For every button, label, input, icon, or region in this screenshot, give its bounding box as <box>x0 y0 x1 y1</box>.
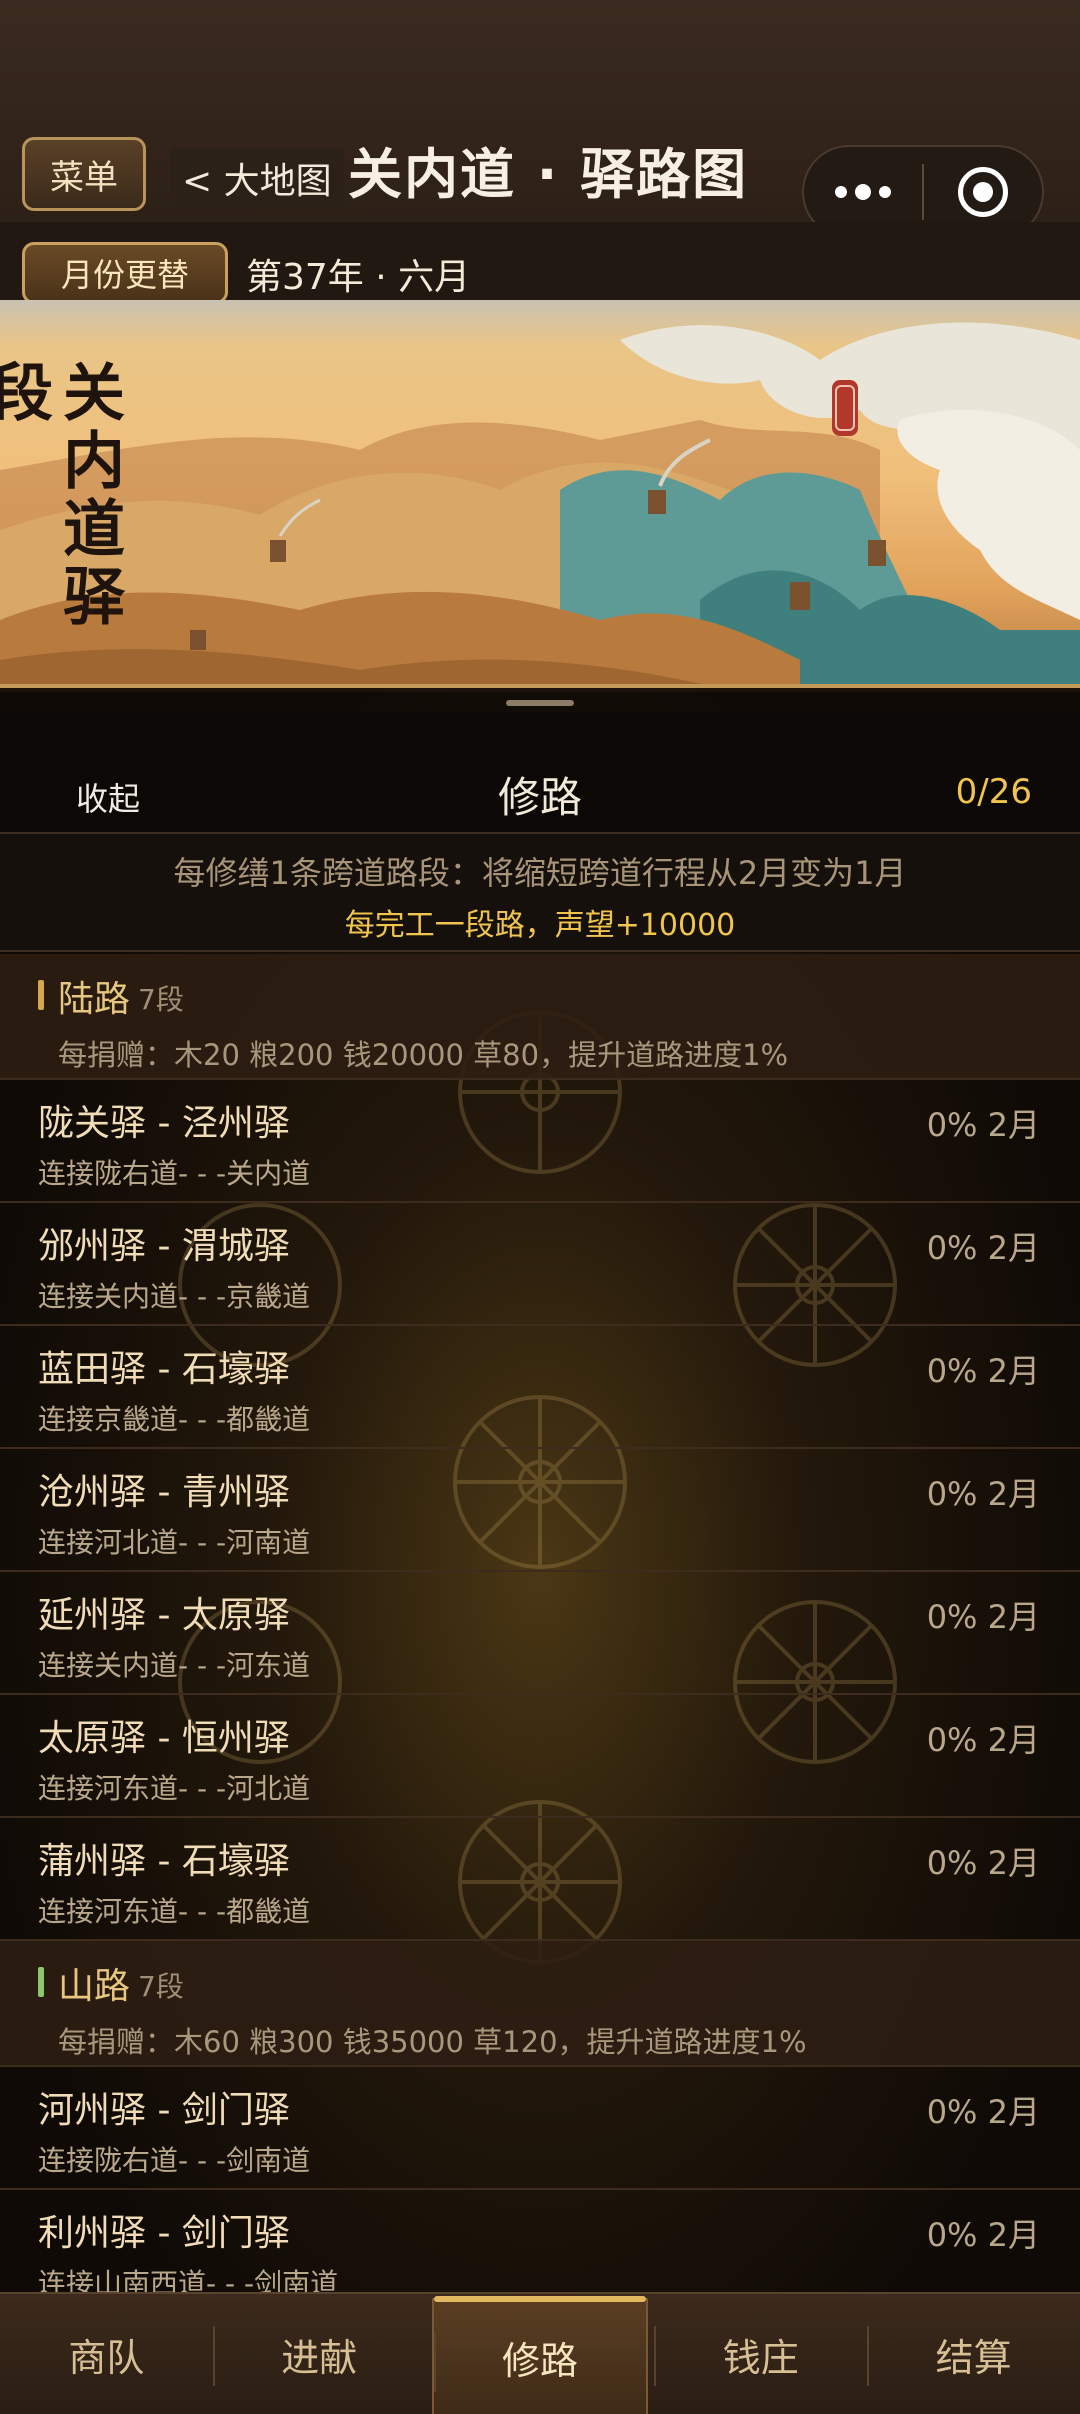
route-row[interactable]: 利州驿 - 剑门驿 连接山南西道- - -剑南道 0% 2月 <box>0 2190 1080 2292</box>
panel-drag-handle[interactable] <box>506 700 574 706</box>
road-repair-panel: 收起 修路 0/26 每修缮1条跨道路段：将缩短跨道行程从2月变为1月 每完工一… <box>0 692 1080 2292</box>
panel-header: 收起 修路 0/26 <box>0 712 1080 832</box>
route-name: 延州驿 - 太原驿 <box>38 1595 290 1636</box>
route-name: 太原驿 - 恒州驿 <box>38 1718 290 1759</box>
land-marker <box>38 980 44 1010</box>
repair-progress-count: 0/26 <box>955 772 1032 812</box>
route-connection: 连接关内道- - -京畿道 <box>38 1280 311 1313</box>
tab-tribute[interactable]: 进献 <box>212 2294 426 2414</box>
bottom-tab-bar: 商队 进献 修路 钱庄 结算 <box>0 2292 1080 2414</box>
group-count: 7段 <box>138 1970 184 2003</box>
group-name: 山路 <box>58 1966 131 2007</box>
month-change-button[interactable]: 月份更替 <box>22 242 228 304</box>
route-status: 0% 2月 <box>926 2216 1040 2254</box>
route-status: 0% 2月 <box>926 2093 1040 2131</box>
route-row[interactable]: 延州驿 - 太原驿 连接关内道- - -河东道 0% 2月 <box>0 1572 1080 1695</box>
page-title: 关内道 · 驿路图 <box>348 143 749 206</box>
route-row[interactable]: 陇关驿 - 泾州驿 连接陇右道- - -关内道 0% 2月 <box>0 1080 1080 1203</box>
route-name: 邠州驿 - 渭城驿 <box>38 1226 290 1267</box>
notice-reward-text: 每完工一段路，声望+10000 <box>344 908 736 943</box>
route-status: 0% 2月 <box>926 1352 1040 1390</box>
route-row[interactable]: 蒲州驿 - 石壕驿 连接河东道- - -都畿道 0% 2月 <box>0 1818 1080 1941</box>
route-row[interactable]: 蓝田驿 - 石壕驿 连接京畿道- - -都畿道 0% 2月 <box>0 1326 1080 1449</box>
route-status: 0% 2月 <box>926 1475 1040 1513</box>
tab-road-repair[interactable]: 修路 <box>431 2296 649 2414</box>
back-to-world-map-link[interactable]: < 大地图 <box>170 148 344 208</box>
route-name: 蓝田驿 - 石壕驿 <box>38 1349 290 1390</box>
mountain-marker <box>38 1967 44 1997</box>
route-connection: 连接陇右道- - -剑南道 <box>38 2144 311 2177</box>
route-connection: 连接京畿道- - -都畿道 <box>38 1403 311 1436</box>
group-count: 7段 <box>138 983 184 1016</box>
route-row[interactable]: 太原驿 - 恒州驿 连接河东道- - -河北道 0% 2月 <box>0 1695 1080 1818</box>
route-name: 河州驿 - 剑门驿 <box>38 2090 290 2131</box>
route-status: 0% 2月 <box>926 1229 1040 1267</box>
route-list: 陆路 7段 每捐赠：木20 粮200 钱20000 草80，提升道路进度1% 陇… <box>0 954 1080 2292</box>
repair-notice: 每修缮1条跨道路段：将缩短跨道行程从2月变为1月 每完工一段路，声望+10000 <box>0 832 1080 952</box>
route-row[interactable]: 沧州驿 - 青州驿 连接河北道- - -河南道 0% 2月 <box>0 1449 1080 1572</box>
route-connection: 连接关内道- - -河东道 <box>38 1649 311 1682</box>
current-date: 第37年 · 六月 <box>246 257 471 298</box>
group-donation-cost: 每捐赠：木20 粮200 钱20000 草80，提升道路进度1% <box>58 1038 789 1072</box>
route-connection: 连接陇右道- - -关内道 <box>38 1157 311 1190</box>
notice-effect-text: 每修缮1条跨道路段：将缩短跨道行程从2月变为1月 <box>173 854 907 892</box>
menu-button[interactable]: 菜单 <box>22 137 146 211</box>
route-connection: 连接河北道- - -河南道 <box>38 1526 311 1559</box>
panel-title: 修路 <box>497 773 582 822</box>
route-row[interactable]: 河州驿 - 剑门驿 连接陇右道- - -剑南道 0% 2月 <box>0 2067 1080 2190</box>
region-banner: 关内道驿段 <box>0 300 1080 688</box>
route-connection: 连接河东道- - -都畿道 <box>38 1895 311 1928</box>
route-status: 0% 2月 <box>926 1844 1040 1882</box>
route-status: 0% 2月 <box>926 1106 1040 1144</box>
route-status: 0% 2月 <box>926 1598 1040 1636</box>
route-name: 蒲州驿 - 石壕驿 <box>38 1841 290 1882</box>
group-header-land: 陆路 7段 每捐赠：木20 粮200 钱20000 草80，提升道路进度1% <box>0 954 1080 1080</box>
group-donation-cost: 每捐赠：木60 粮300 钱35000 草120，提升道路进度1% <box>58 2025 807 2059</box>
banner-vertical-title: 关内道驿段 <box>0 360 125 632</box>
group-name: 陆路 <box>58 979 131 1020</box>
route-connection: 连接河东道- - -河北道 <box>38 1772 311 1805</box>
route-connection: 连接山南西道- - -剑南道 <box>38 2267 339 2292</box>
route-row[interactable]: 邠州驿 - 渭城驿 连接关内道- - -京畿道 0% 2月 <box>0 1203 1080 1326</box>
tab-settlement[interactable]: 结算 <box>867 2294 1080 2414</box>
tab-caravan[interactable]: 商队 <box>0 2294 213 2414</box>
group-header-mountain: 山路 7段 每捐赠：木60 粮300 钱35000 草120，提升道路进度1% <box>0 1941 1080 2067</box>
tab-bank[interactable]: 钱庄 <box>654 2294 867 2414</box>
route-name: 利州驿 - 剑门驿 <box>38 2213 290 2254</box>
great-wall-landscape-illustration <box>0 322 1080 684</box>
route-name: 沧州驿 - 青州驿 <box>38 1472 290 1513</box>
route-status: 0% 2月 <box>926 1721 1040 1759</box>
red-seal-icon <box>832 380 858 436</box>
route-name: 陇关驿 - 泾州驿 <box>38 1103 290 1144</box>
